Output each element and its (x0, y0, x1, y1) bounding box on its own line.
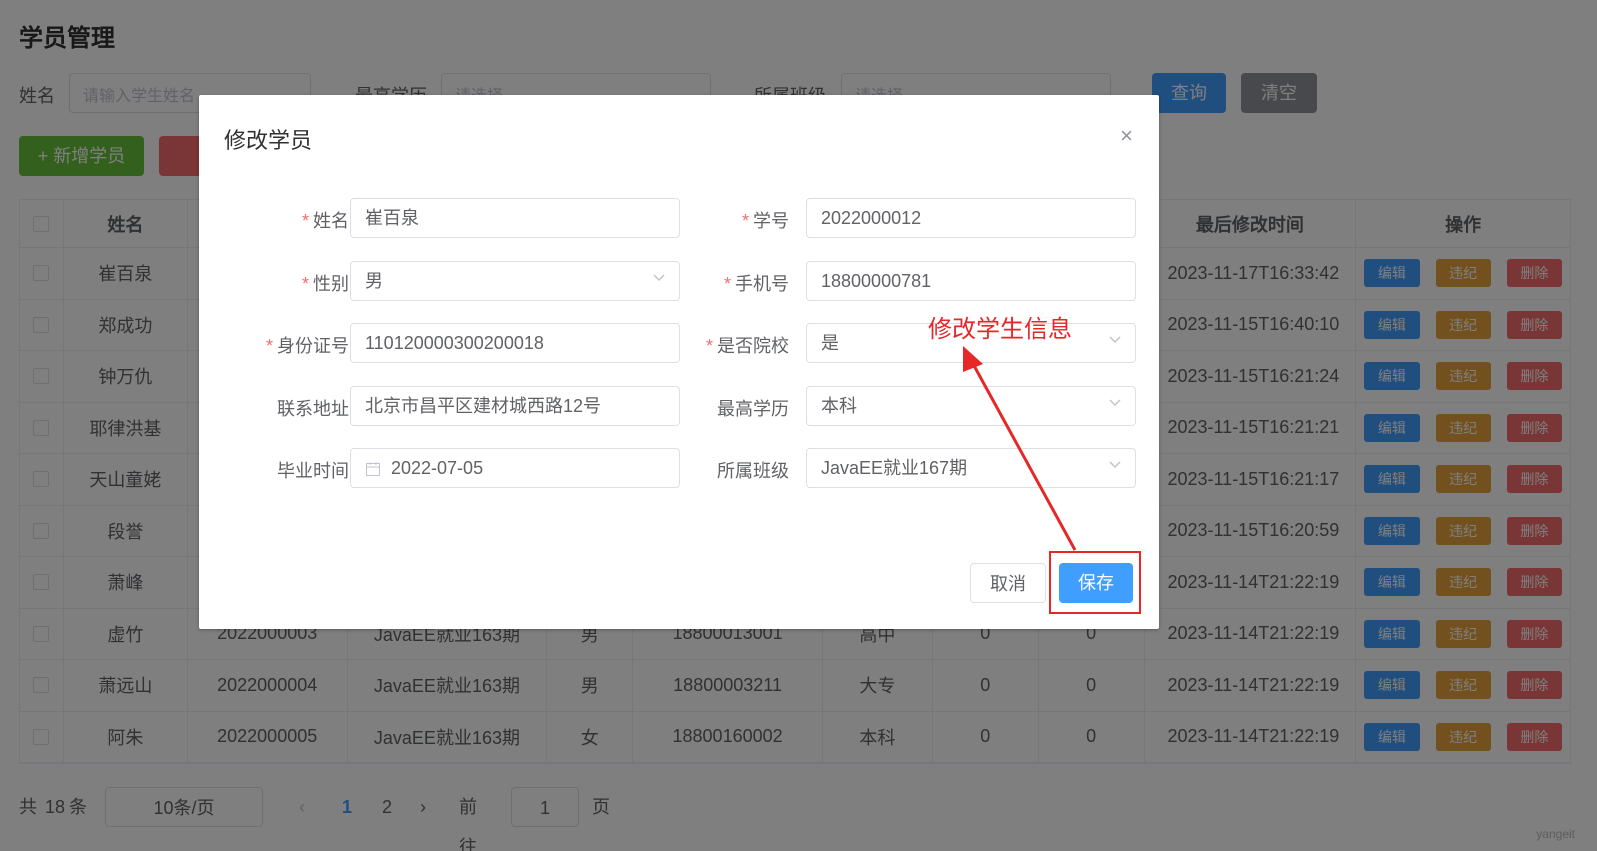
annotation-arrow-icon (963, 346, 1077, 551)
